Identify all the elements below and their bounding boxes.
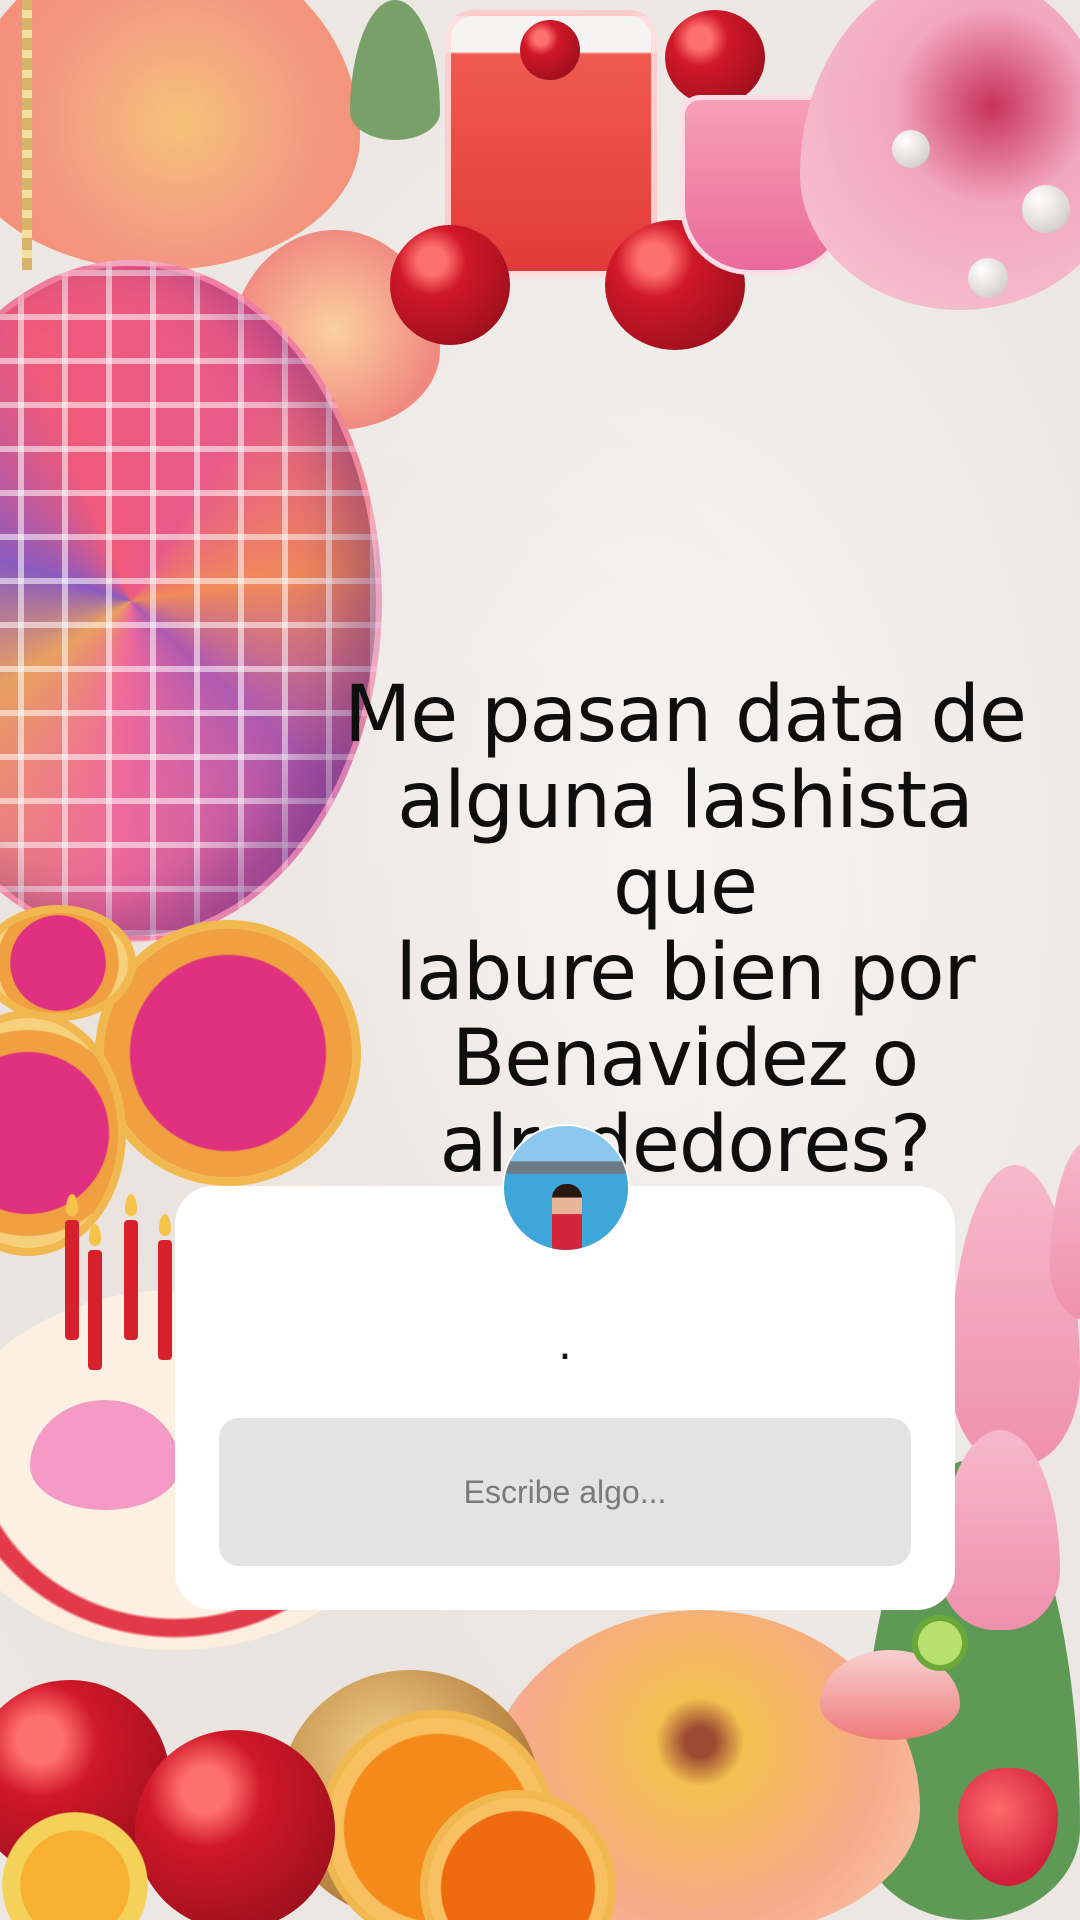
profile-avatar-icon[interactable] (502, 1124, 630, 1252)
lime-slice-image (912, 1615, 968, 1671)
candle-image (65, 1194, 79, 1340)
cherry-image (390, 225, 510, 345)
pink-hibiscus-image (800, 0, 1080, 310)
avatar-person-image (552, 1184, 582, 1250)
pearl-image (1022, 185, 1070, 233)
pearl-image (968, 258, 1008, 298)
candle-image (124, 1194, 138, 1340)
reply-response-text: . (558, 1319, 572, 1370)
pearl-image (892, 130, 930, 168)
cherry-image (520, 20, 580, 80)
reply-input-field[interactable] (219, 1418, 911, 1566)
story-canvas: Me pasan data de alguna lashista que lab… (0, 0, 1080, 1920)
cherry-image (665, 10, 765, 105)
candle-image (88, 1224, 102, 1370)
candle-image (158, 1214, 172, 1360)
story-question-text: Me pasan data de alguna lashista que lab… (343, 670, 1027, 1190)
cherry-image (135, 1730, 335, 1920)
disco-ball-cord-image (22, 0, 32, 270)
